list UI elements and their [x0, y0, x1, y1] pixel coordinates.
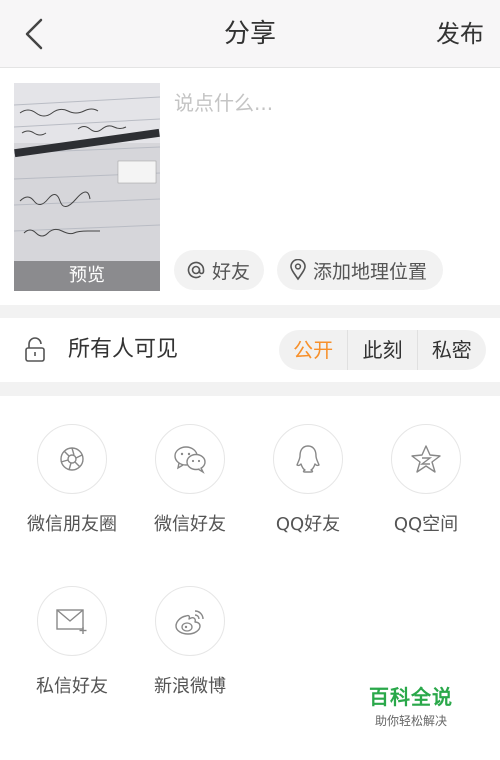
add-location-button[interactable]: 添加地理位置 — [277, 250, 443, 290]
mention-friend-label: 好友 — [212, 260, 251, 283]
publish-button[interactable]: 发布 — [436, 0, 484, 68]
location-pin-icon — [290, 259, 306, 281]
visibility-segmented-control: 公开 此刻 私密 — [279, 330, 486, 370]
share-label: 新浪微博 — [154, 676, 226, 697]
wechat-moments-icon — [60, 447, 84, 471]
private-message-icon — [56, 609, 87, 634]
page-title: 分享 — [223, 19, 276, 49]
section-divider — [0, 382, 500, 396]
visibility-row: 所有人可见 公开 此刻 私密 — [0, 318, 500, 382]
baike-watermark: 百科全说 助你轻松解决 — [352, 682, 470, 738]
section-divider — [0, 305, 500, 318]
compose-area: 预览 好友 添加地理位置 — [0, 69, 500, 305]
notebook-photo-image — [14, 83, 160, 291]
share-label: QQ空间 — [393, 514, 459, 535]
header-bar: 分享 发布 — [0, 0, 500, 68]
visibility-option-moment[interactable]: 此刻 — [347, 330, 416, 370]
share-wechat-friend[interactable]: 微信好友 — [131, 424, 249, 536]
weibo-icon — [175, 610, 204, 635]
lock-icon — [25, 337, 45, 362]
share-label: QQ好友 — [275, 514, 341, 535]
watermark-subtitle: 助你轻松解决 — [374, 714, 447, 728]
visibility-option-private[interactable]: 私密 — [416, 330, 486, 370]
visibility-label: 所有人可见 — [68, 337, 179, 362]
share-label: 私信好友 — [36, 676, 108, 697]
add-location-label: 添加地理位置 — [313, 260, 428, 283]
qzone-icon — [411, 445, 441, 473]
share-label: 微信好友 — [154, 514, 226, 535]
preview-label[interactable]: 预览 — [14, 261, 160, 291]
share-private-message[interactable]: 私信好友 — [13, 586, 131, 698]
photo-thumbnail[interactable]: 预览 — [14, 83, 160, 291]
qq-icon — [296, 445, 320, 473]
watermark-title: 百科全说 — [369, 685, 453, 709]
share-qzone[interactable]: QQ空间 — [367, 424, 485, 536]
share-text-input[interactable] — [174, 85, 484, 121]
wechat-icon — [174, 446, 206, 474]
share-qq-friend[interactable]: QQ好友 — [249, 424, 367, 536]
share-wechat-moments[interactable]: 微信朋友圈 — [13, 424, 131, 536]
share-label: 微信朋友圈 — [27, 514, 117, 535]
mention-friend-button[interactable]: 好友 — [174, 250, 264, 290]
at-icon — [187, 261, 205, 279]
visibility-option-public[interactable]: 公开 — [279, 330, 347, 370]
share-weibo[interactable]: 新浪微博 — [131, 586, 249, 698]
